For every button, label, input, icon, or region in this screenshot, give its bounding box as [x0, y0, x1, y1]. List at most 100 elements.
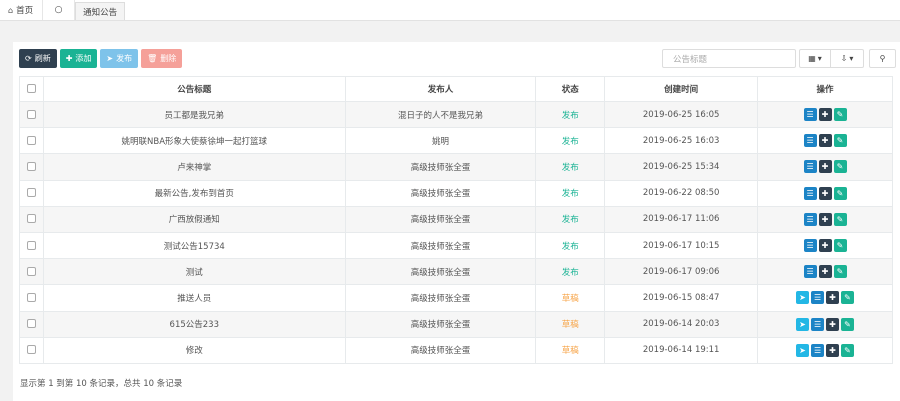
row-checkbox[interactable] [26, 319, 36, 329]
tab-home[interactable]: ⌂ 首页 [2, 0, 44, 20]
edit-icon[interactable]: ✎ [833, 186, 847, 200]
cell-status: 发布 [535, 258, 606, 286]
publish-label: 发布 [116, 54, 133, 63]
tab-home-label: 首页 [16, 6, 34, 16]
export-button[interactable]: ⇩ ▾ [831, 49, 864, 68]
table-row[interactable]: 广西放假通知 高级技师张全蛋 发布 2019-06-17 11:06 ☰ ✚ ✎ [19, 205, 893, 233]
detail-icon[interactable]: ☰ [811, 343, 825, 357]
tab-bar: ⌂ 首页 ○ 通知公告 [0, 0, 900, 21]
columns-button[interactable]: ▦ ▾ [799, 49, 831, 68]
search-button[interactable]: ⚲ [869, 49, 896, 68]
delete-button[interactable]: 🗑 删除 [141, 49, 183, 68]
cell-publisher: 高级技师张全蛋 [344, 310, 537, 338]
header-publisher[interactable]: 发布人 [344, 76, 537, 102]
move-icon[interactable]: ✚ [818, 160, 832, 174]
trash-icon: 🗑 [147, 54, 158, 63]
edit-icon[interactable]: ✎ [833, 265, 847, 279]
cell-publisher: 高级技师张全蛋 [344, 205, 537, 233]
caret-down-icon: ▾ [849, 54, 854, 63]
edit-icon[interactable]: ✎ [833, 108, 847, 122]
publish-row-icon[interactable]: ➤ [796, 343, 810, 357]
row-checkbox[interactable] [26, 188, 36, 198]
table-row[interactable]: 卢来神掌 高级技师张全蛋 发布 2019-06-25 15:34 ☰ ✚ ✎ [19, 153, 893, 181]
refresh-button[interactable]: ⟳ 刷新 [19, 49, 57, 68]
row-select-cell [19, 205, 44, 233]
columns-toggle[interactable]: ▦ ▾ ⇩ ▾ [799, 49, 864, 68]
row-checkbox[interactable] [26, 109, 36, 119]
table-row[interactable]: 员工都是我兄弟 混日子的人不是我兄弟 发布 2019-06-25 16:05 ☰ ✚ ✎ [19, 100, 893, 129]
add-button[interactable]: ✚ 添加 [59, 49, 98, 68]
cell-status: 发布 [535, 127, 606, 155]
edit-icon[interactable]: ✎ [833, 239, 847, 253]
row-checkbox[interactable] [26, 266, 36, 276]
move-icon[interactable]: ✚ [818, 212, 832, 226]
header-created[interactable]: 创建时间 [604, 76, 759, 102]
pagination-info: 显示第 1 到第 10 条记录，总共 10 条记录 [20, 379, 183, 389]
table-row[interactable]: 最新公告,发布到首页 高级技师张全蛋 发布 2019-06-22 08:50 ☰ ✚ ✎ [19, 179, 893, 207]
publish-row-icon[interactable]: ➤ [796, 291, 810, 305]
cell-title: 615公告233 [42, 310, 346, 338]
tab-refresh[interactable]: ○ [43, 0, 76, 20]
detail-icon[interactable]: ☰ [811, 291, 825, 305]
edit-icon[interactable]: ✎ [833, 212, 847, 226]
content-panel: ⟳ 刷新 ✚ 添加 ➤ 发布 🗑 删除 公告标题 ▦ ▾ ⇩ ▾ ⚲ 公告标题 … [13, 42, 900, 401]
search-input[interactable]: 公告标题 [662, 49, 796, 68]
refresh-icon: ⟳ [25, 54, 32, 63]
detail-icon[interactable]: ☰ [803, 212, 817, 226]
move-icon[interactable]: ✚ [826, 317, 840, 331]
detail-icon[interactable]: ☰ [803, 239, 817, 253]
table-row[interactable]: 推送人员 高级技师张全蛋 草稿 2019-06-15 08:47 ➤ ☰ ✚ ✎ [19, 284, 893, 312]
table-row[interactable]: 615公告233 高级技师张全蛋 草稿 2019-06-14 20:03 ➤ ☰ ✚ ✎ [19, 310, 893, 338]
row-checkbox[interactable] [26, 292, 36, 302]
cell-actions: ☰ ✚ ✎ [757, 179, 893, 207]
row-checkbox[interactable] [26, 345, 36, 355]
row-checkbox[interactable] [26, 214, 36, 224]
cell-publisher: 高级技师张全蛋 [344, 179, 537, 207]
table-row[interactable]: 姚明联NBA形象大使蔡徐坤一起打篮球 姚明 发布 2019-06-25 16:03 ☰ ✚… [19, 127, 893, 155]
add-label: 添加 [75, 54, 92, 63]
search-icon: ⚲ [879, 54, 886, 63]
toolbar: ⟳ 刷新 ✚ 添加 ➤ 发布 🗑 删除 [19, 49, 183, 68]
cell-status: 发布 [535, 100, 606, 129]
cell-status: 草稿 [535, 310, 606, 338]
move-icon[interactable]: ✚ [826, 291, 840, 305]
row-checkbox[interactable] [26, 135, 36, 145]
header-actions: 操作 [757, 76, 893, 102]
table-row[interactable]: 测试 高级技师张全蛋 发布 2019-06-17 09:06 ☰ ✚ ✎ [19, 258, 893, 286]
header-status[interactable]: 状态 [535, 76, 606, 102]
tab-notice[interactable]: 通知公告 [75, 2, 126, 20]
cell-created: 2019-06-17 10:15 [604, 231, 759, 260]
row-checkbox[interactable] [26, 161, 36, 171]
edit-icon[interactable]: ✎ [841, 317, 855, 331]
cell-publisher: 高级技师张全蛋 [344, 258, 537, 286]
publish-row-icon[interactable]: ➤ [796, 317, 810, 331]
detail-icon[interactable]: ☰ [803, 160, 817, 174]
publish-button[interactable]: ➤ 发布 [100, 49, 139, 68]
refresh-circle-icon: ○ [54, 5, 63, 15]
move-icon[interactable]: ✚ [826, 343, 840, 357]
select-all-checkbox[interactable] [26, 84, 36, 93]
move-icon[interactable]: ✚ [818, 265, 832, 279]
edit-icon[interactable]: ✎ [841, 343, 855, 357]
edit-icon[interactable]: ✎ [833, 160, 847, 174]
edit-icon[interactable]: ✎ [841, 291, 855, 305]
move-icon[interactable]: ✚ [818, 108, 832, 122]
cell-status: 草稿 [535, 284, 606, 312]
detail-icon[interactable]: ☰ [811, 317, 825, 331]
detail-icon[interactable]: ☰ [803, 108, 817, 122]
detail-icon[interactable]: ☰ [803, 265, 817, 279]
cell-created: 2019-06-17 11:06 [604, 205, 759, 233]
row-checkbox[interactable] [26, 240, 36, 250]
detail-icon[interactable]: ☰ [803, 186, 817, 200]
move-icon[interactable]: ✚ [818, 186, 832, 200]
search-toggle[interactable]: ⚲ [869, 49, 896, 68]
move-icon[interactable]: ✚ [818, 239, 832, 253]
edit-icon[interactable]: ✎ [833, 134, 847, 148]
move-icon[interactable]: ✚ [818, 134, 832, 148]
header-title[interactable]: 公告标题 [42, 76, 346, 102]
cell-actions: ☰ ✚ ✎ [757, 205, 893, 233]
table-row[interactable]: 测试公告15734 高级技师张全蛋 发布 2019-06-17 10:15 ☰ ✚ ✎ [19, 231, 893, 260]
detail-icon[interactable]: ☰ [803, 134, 817, 148]
cell-actions: ☰ ✚ ✎ [757, 153, 893, 181]
table-row[interactable]: 修改 高级技师张全蛋 草稿 2019-06-14 19:11 ➤ ☰ ✚ ✎ [19, 336, 893, 364]
